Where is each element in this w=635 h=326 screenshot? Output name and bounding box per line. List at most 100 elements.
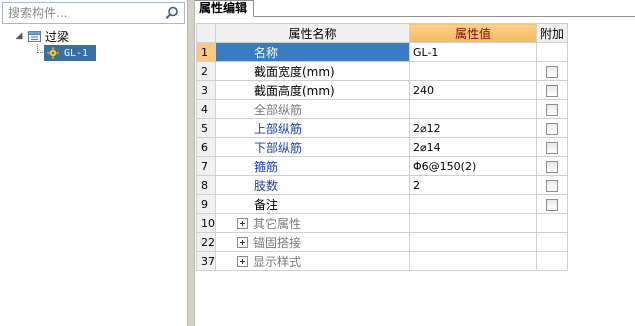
extra-checkbox[interactable] [546, 160, 558, 173]
table-row[interactable]: 9 备注 [196, 194, 568, 214]
row-number: 6 [196, 137, 216, 157]
gear-icon [46, 46, 60, 60]
tree-node-beam-group[interactable]: ◢ 过梁 [14, 28, 69, 44]
extra-cell [536, 194, 568, 214]
tree-node-label: 过梁 [45, 29, 70, 44]
extra-checkbox[interactable] [546, 179, 558, 192]
property-group-name: 锚固搭接 [253, 235, 302, 250]
row-number: 37 [196, 251, 216, 271]
extra-cell [536, 251, 568, 271]
extra-cell [536, 137, 568, 157]
extra-cell [536, 61, 568, 81]
table-row[interactable]: 8 肢数 2 [196, 175, 568, 195]
extra-cell [536, 175, 568, 195]
property-value-cell[interactable]: GL-1 [409, 42, 537, 62]
property-name-cell[interactable]: 截面高度(mm) [215, 80, 410, 100]
property-group-name: 显示样式 [253, 254, 302, 269]
property-value-cell[interactable] [409, 99, 537, 119]
row-number: 3 [196, 80, 216, 100]
panel-splitter[interactable] [187, 0, 195, 326]
tree-node-gl-1[interactable]: GL-1 [44, 45, 96, 61]
property-group-cell[interactable]: 其它属性 [215, 213, 410, 233]
property-name: 箍筋 [254, 159, 279, 174]
extra-checkbox[interactable] [546, 84, 558, 97]
property-group-cell[interactable]: 显示样式 [215, 251, 410, 271]
expand-plus-icon[interactable] [237, 217, 248, 229]
row-number: 2 [196, 61, 216, 81]
property-name-cell[interactable]: 下部纵筋 [215, 137, 410, 157]
property-name-cell[interactable]: 名称 [215, 42, 410, 62]
header-property-name[interactable]: 属性名称 [215, 23, 410, 43]
property-value-cell [409, 213, 537, 233]
property-name: 上部纵筋 [254, 121, 303, 136]
extra-checkbox[interactable] [546, 103, 558, 116]
extra-cell [536, 232, 568, 252]
property-name: 名称 [254, 45, 279, 60]
expand-plus-icon[interactable] [237, 236, 248, 248]
property-name: 截面宽度(mm) [254, 64, 335, 79]
property-value-cell[interactable]: 2 [409, 175, 537, 195]
extra-checkbox[interactable] [546, 141, 558, 154]
property-value-cell[interactable] [409, 61, 537, 81]
table-row[interactable]: 37 显示样式 [196, 251, 568, 271]
property-value-cell[interactable]: 240 [409, 80, 537, 100]
property-group-cell[interactable]: 锚固搭接 [215, 232, 410, 252]
property-value-cell [409, 251, 537, 271]
extra-cell [536, 118, 568, 138]
table-row[interactable]: 2 截面宽度(mm) [196, 61, 568, 81]
table-row[interactable]: 5 上部纵筋 2⌀12 [196, 118, 568, 138]
property-value-cell [409, 232, 537, 252]
property-name: 肢数 [254, 178, 279, 193]
row-number: 22 [196, 232, 216, 252]
property-name: 截面高度(mm) [254, 83, 335, 98]
property-group-name: 其它属性 [253, 216, 302, 231]
property-name-cell[interactable]: 肢数 [215, 175, 410, 195]
table-row[interactable]: 6 下部纵筋 2⌀14 [196, 137, 568, 157]
property-editor-panel: 属性编辑 属性名称 属性值 附加 1 名称 GL-1 2 截面宽度(mm) 3 … [195, 0, 635, 326]
beam-folder-icon [26, 28, 42, 44]
search-icon[interactable] [162, 4, 182, 22]
table-row[interactable]: 4 全部纵筋 [196, 99, 568, 119]
property-value-cell[interactable]: Φ6@150(2) [409, 156, 537, 176]
extra-checkbox[interactable] [546, 198, 558, 211]
table-row[interactable]: 22 锚固搭接 [196, 232, 568, 252]
property-value-cell[interactable] [409, 194, 537, 214]
property-name-cell[interactable]: 上部纵筋 [215, 118, 410, 138]
extra-cell [536, 156, 568, 176]
property-name-cell[interactable]: 截面宽度(mm) [215, 61, 410, 81]
table-row[interactable]: 10 其它属性 [196, 213, 568, 233]
extra-cell [536, 42, 568, 62]
row-number: 1 [196, 42, 216, 62]
property-name: 全部纵筋 [254, 102, 303, 117]
table-row[interactable]: 7 箍筋 Φ6@150(2) [196, 156, 568, 176]
property-name: 备注 [254, 197, 279, 212]
extra-cell [536, 213, 568, 233]
property-grid: 属性名称 属性值 附加 1 名称 GL-1 2 截面宽度(mm) 3 截面高度(… [196, 23, 568, 271]
search-input[interactable] [4, 4, 160, 22]
row-number: 7 [196, 156, 216, 176]
table-row[interactable]: 1 名称 GL-1 [196, 42, 568, 62]
property-value-cell[interactable]: 2⌀14 [409, 137, 537, 157]
row-number: 10 [196, 213, 216, 233]
collapse-arrow-icon[interactable]: ◢ [14, 28, 24, 44]
property-name-cell[interactable]: 备注 [215, 194, 410, 214]
expand-plus-icon[interactable] [237, 255, 248, 267]
extra-cell [536, 99, 568, 119]
property-value-cell[interactable]: 2⌀12 [409, 118, 537, 138]
row-number: 8 [196, 175, 216, 195]
tab-property-edit[interactable]: 属性编辑 [195, 0, 254, 17]
table-row[interactable]: 3 截面高度(mm) 240 [196, 80, 568, 100]
search-box [2, 2, 185, 24]
property-name: 下部纵筋 [254, 140, 303, 155]
extra-checkbox[interactable] [546, 122, 558, 135]
component-tree-panel: ◢ 过梁 [0, 0, 187, 326]
header-extra[interactable]: 附加 [536, 23, 568, 43]
extra-checkbox[interactable] [546, 65, 558, 78]
property-name-cell[interactable]: 全部纵筋 [215, 99, 410, 119]
row-number: 4 [196, 99, 216, 119]
property-name-cell[interactable]: 箍筋 [215, 156, 410, 176]
grid-corner-header [196, 23, 216, 43]
header-property-value[interactable]: 属性值 [409, 23, 537, 43]
tree-node-label: GL-1 [64, 47, 89, 59]
row-number: 9 [196, 194, 216, 214]
